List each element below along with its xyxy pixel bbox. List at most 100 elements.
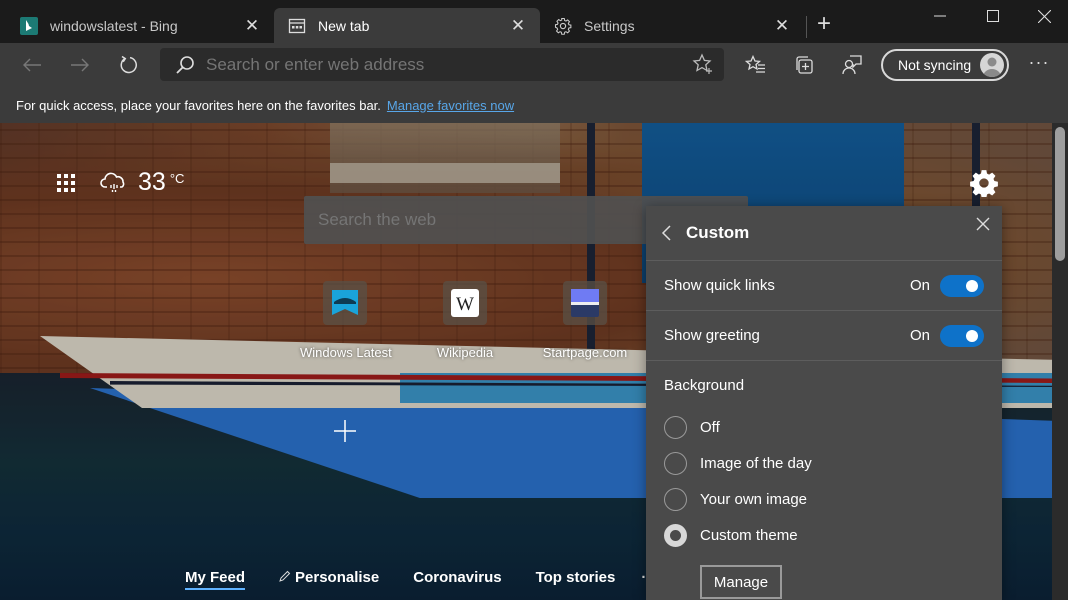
tab-divider [806, 16, 807, 38]
address-bar[interactable] [160, 48, 724, 81]
search-icon [176, 55, 194, 74]
sync-status-label: Not syncing [898, 57, 972, 73]
favorites-bar-message: For quick access, place your favorites h… [16, 97, 381, 113]
toggle-state: On [909, 277, 930, 294]
maximize-button[interactable] [970, 2, 1016, 30]
close-window-button[interactable] [1021, 2, 1067, 30]
toggle-label: Show greeting [664, 327, 760, 344]
feed-tab-label: Personalise [295, 569, 380, 586]
quick-link-tile [323, 281, 367, 325]
tab-bing[interactable]: windowslatest - Bing ✕ [6, 8, 274, 43]
collections-icon [796, 56, 813, 74]
background-option-own-image[interactable]: Your own image [646, 481, 1002, 517]
close-tab-icon[interactable]: ✕ [772, 16, 792, 36]
gear-icon [554, 17, 572, 35]
close-icon [1037, 9, 1051, 23]
app-launcher-icon[interactable] [56, 173, 76, 193]
windows-latest-icon [332, 290, 358, 315]
toggle-knob [966, 329, 978, 342]
scrollbar-thumb[interactable] [1055, 127, 1065, 261]
radio-button[interactable] [664, 487, 687, 511]
feed-tab-top-stories[interactable]: Top stories [536, 569, 616, 586]
radio-button[interactable] [664, 451, 687, 475]
feed-tab-personalise[interactable]: Personalise [279, 569, 379, 586]
manage-favorites-link[interactable]: Manage favorites now [387, 98, 514, 113]
quick-link-label: Startpage.com [542, 345, 628, 360]
favorites-button[interactable] [740, 51, 772, 79]
address-input[interactable] [206, 54, 676, 75]
temperature-unit: °C [169, 171, 185, 186]
radio-label: Image of the day [700, 454, 812, 472]
toggle-knob [966, 279, 978, 292]
cloud-rain-icon [100, 172, 125, 192]
feedback-icon [842, 55, 862, 75]
back-arrow-icon [23, 58, 41, 72]
panel-header: Custom [646, 206, 1002, 261]
radio-button[interactable] [664, 415, 687, 439]
startpage-icon [571, 289, 599, 317]
close-panel-icon[interactable] [974, 215, 992, 233]
background-option-image-of-the-day[interactable]: Image of the day [646, 445, 1002, 481]
feed-tab-my-feed[interactable]: My Feed [185, 569, 246, 590]
toggle-label: Show quick links [664, 277, 775, 294]
toggle-row-quick-links: Show quick links On [646, 261, 1002, 311]
show-greeting-toggle[interactable] [940, 324, 984, 347]
minimize-button[interactable] [917, 2, 963, 30]
background-option-custom-theme[interactable]: Custom theme [646, 517, 1002, 553]
tab-new-tab[interactable]: New tab ✕ [274, 8, 540, 43]
quick-link-windows-latest[interactable]: Windows Latest [300, 281, 392, 360]
tab-settings[interactable]: Settings ✕ [540, 8, 804, 43]
toolbar: Not syncing ··· [0, 43, 1068, 87]
panel-title: Custom [686, 223, 750, 242]
quick-link-tile [563, 281, 607, 325]
feed-navigation: My Feed Personalise Coronavirus Top stor… [185, 569, 651, 590]
bing-icon [20, 16, 38, 35]
radio-button-checked[interactable] [664, 523, 687, 547]
close-tab-icon[interactable]: ✕ [242, 16, 262, 36]
temperature: 33 [138, 168, 166, 196]
avatar [980, 53, 1004, 77]
wikipedia-icon: W [451, 289, 479, 317]
quick-link-tile: W [443, 281, 487, 325]
close-tab-icon[interactable]: ✕ [508, 16, 528, 36]
add-favorite-star-icon[interactable] [692, 53, 714, 75]
new-tab-button[interactable]: + [812, 11, 836, 39]
quick-link-startpage[interactable]: Startpage.com [540, 281, 630, 360]
radio-label: Custom theme [700, 526, 798, 544]
settings-and-more-button[interactable]: ··· [1024, 53, 1054, 77]
pencil-icon [279, 570, 291, 582]
quick-link-label: Windows Latest [300, 345, 392, 360]
back-chevron-icon[interactable] [660, 224, 674, 242]
forward-button[interactable] [64, 51, 96, 79]
back-button[interactable] [16, 51, 48, 79]
show-quick-links-toggle[interactable] [940, 274, 984, 297]
weather-widget[interactable]: 33 °C [100, 168, 184, 197]
toggle-state: On [909, 327, 930, 344]
quick-link-wikipedia[interactable]: W Wikipedia [420, 281, 510, 360]
feed-tab-coronavirus[interactable]: Coronavirus [413, 569, 501, 586]
newtab-icon [288, 17, 306, 35]
profile-sync-button[interactable]: Not syncing [881, 49, 1009, 81]
tab-label: Settings [584, 17, 635, 34]
toggle-row-greeting: Show greeting On [646, 311, 1002, 361]
favorites-bar: For quick access, place your favorites h… [0, 87, 1068, 123]
favorites-list-icon [745, 55, 765, 73]
web-search-input[interactable] [318, 210, 638, 230]
page-scrollbar[interactable] [1052, 123, 1068, 600]
page-settings-gear-icon[interactable] [970, 169, 998, 197]
collections-button[interactable] [788, 51, 820, 79]
radio-label: Off [700, 418, 720, 436]
minimize-icon [934, 15, 946, 17]
tab-label: windowslatest - Bing [50, 17, 178, 34]
quick-link-label: Wikipedia [436, 345, 494, 360]
forward-arrow-icon [71, 58, 89, 72]
title-bar: windowslatest - Bing ✕ New tab ✕ Setting… [0, 0, 1068, 43]
manage-theme-button[interactable]: Manage [700, 565, 782, 599]
background-option-off[interactable]: Off [646, 409, 1002, 445]
background-heading: Background [664, 377, 745, 394]
tab-label: New tab [318, 17, 370, 34]
feedback-button[interactable] [836, 51, 868, 79]
refresh-button[interactable] [113, 51, 145, 79]
radio-label: Your own image [700, 490, 808, 508]
custom-layout-panel: Custom Show quick links On Show greeting… [646, 206, 1002, 600]
